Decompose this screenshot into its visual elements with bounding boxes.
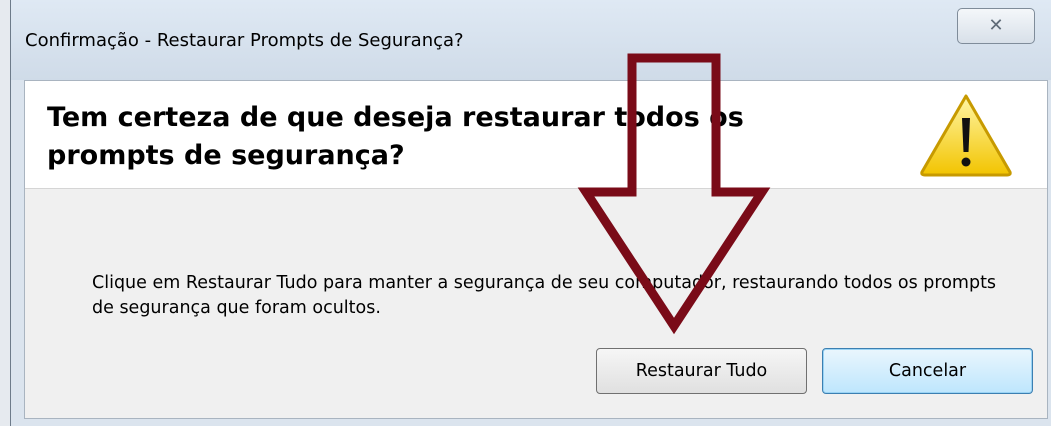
dialog-heading: Tem certeza de que deseja restaurar todo… bbox=[47, 102, 744, 171]
close-icon: ✕ bbox=[988, 15, 1004, 36]
warning-icon bbox=[920, 94, 1012, 177]
confirmation-dialog: Confirmação - Restaurar Prompts de Segur… bbox=[10, 0, 1051, 426]
dialog-content: Tem certeza de que deseja restaurar todo… bbox=[24, 80, 1048, 419]
restore-all-button[interactable]: Restaurar Tudo bbox=[596, 348, 807, 394]
title-bar[interactable]: Confirmação - Restaurar Prompts de Segur… bbox=[11, 0, 1051, 80]
close-button[interactable]: ✕ bbox=[957, 8, 1035, 44]
header-band: Tem certeza de que deseja restaurar todo… bbox=[25, 81, 1047, 189]
dialog-message: Clique em Restaurar Tudo para manter a s… bbox=[92, 273, 997, 318]
window-title: Confirmação - Restaurar Prompts de Segur… bbox=[25, 30, 464, 51]
screenshot-stage: Confirmação - Restaurar Prompts de Segur… bbox=[0, 0, 1051, 426]
cancel-button[interactable]: Cancelar bbox=[822, 348, 1033, 394]
